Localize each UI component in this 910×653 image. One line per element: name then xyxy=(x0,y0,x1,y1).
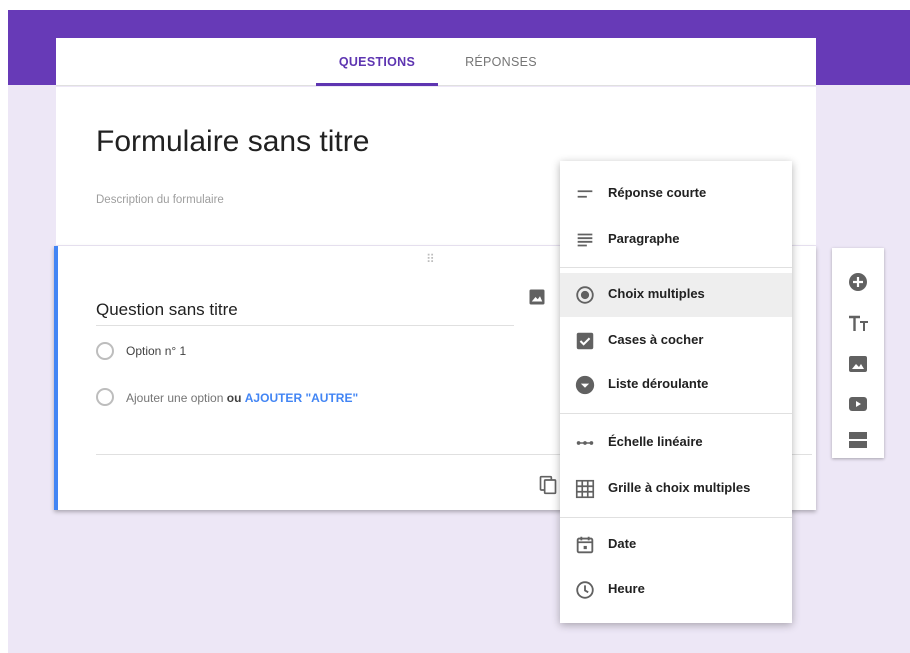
menu-item-multiple-choice[interactable]: Choix multiples xyxy=(560,273,792,317)
menu-item-checkboxes[interactable]: Cases à cocher xyxy=(560,319,792,363)
menu-item-label: Cases à cocher xyxy=(608,332,704,347)
menu-item-time[interactable]: Heure xyxy=(560,568,792,612)
menu-item-label: Paragraphe xyxy=(608,231,680,246)
menu-item-short-answer[interactable]: Réponse courte xyxy=(560,172,792,216)
menu-item-label: Réponse courte xyxy=(608,185,707,200)
checkbox-icon xyxy=(576,332,594,350)
menu-item-paragraph[interactable]: Paragraphe xyxy=(560,218,792,262)
menu-item-label: Grille à choix multiples xyxy=(608,480,751,495)
menu-divider xyxy=(560,517,792,518)
short-text-icon xyxy=(577,190,593,198)
section-icon[interactable] xyxy=(846,428,870,452)
or-text: ou xyxy=(226,391,242,405)
paragraph-icon xyxy=(577,233,593,247)
menu-item-label: Choix multiples xyxy=(608,286,705,301)
menu-item-label: Date xyxy=(608,536,637,551)
duplicate-icon[interactable] xyxy=(538,474,558,496)
menu-item-label: Échelle linéaire xyxy=(608,434,703,449)
form-description[interactable]: Description du formulaire xyxy=(96,194,224,206)
menu-item-dropdown[interactable]: Liste déroulante xyxy=(560,363,792,407)
dropdown-icon xyxy=(575,375,595,395)
tab-questions[interactable]: QUESTIONS xyxy=(316,38,438,86)
radio-button-icon xyxy=(576,286,594,304)
add-option-link[interactable]: Ajouter une option xyxy=(126,391,223,405)
video-icon[interactable] xyxy=(846,392,870,416)
clock-icon xyxy=(576,581,594,599)
image-icon[interactable] xyxy=(846,352,870,376)
grid-icon xyxy=(575,479,595,499)
question-title-input[interactable]: Question sans titre xyxy=(96,290,514,326)
calendar-icon xyxy=(576,536,594,554)
tab-responses[interactable]: RÉPONSES xyxy=(446,38,556,86)
menu-item-linear-scale[interactable]: Échelle linéaire xyxy=(560,421,792,465)
title-text-icon[interactable] xyxy=(846,312,870,336)
form-title[interactable]: Formulaire sans titre xyxy=(96,125,369,159)
radio-add-option xyxy=(96,388,114,406)
linear-scale-icon xyxy=(576,441,594,445)
menu-divider xyxy=(560,267,792,268)
option-1-label[interactable]: Option n° 1 xyxy=(126,344,186,358)
side-toolbar xyxy=(832,248,884,458)
menu-item-label: Liste déroulante xyxy=(608,376,709,391)
tab-bar: QUESTIONS RÉPONSES xyxy=(56,38,816,86)
add-other-link[interactable]: AJOUTER "AUTRE" xyxy=(245,391,358,405)
menu-item-label: Heure xyxy=(608,581,645,596)
add-option-row: Ajouter une option ou AJOUTER "AUTRE" xyxy=(126,391,358,405)
add-circle-icon[interactable] xyxy=(846,270,870,294)
question-type-menu: Réponse courte Paragraphe Choix multiple… xyxy=(560,161,792,623)
menu-item-grid[interactable]: Grille à choix multiples xyxy=(560,467,792,511)
image-icon[interactable] xyxy=(528,288,546,306)
menu-divider xyxy=(560,413,792,414)
active-question-indicator xyxy=(54,246,58,510)
menu-item-date[interactable]: Date xyxy=(560,523,792,567)
drag-handle-icon[interactable]: ⠿ xyxy=(426,252,436,266)
radio-option-1[interactable] xyxy=(96,342,114,360)
forms-canvas: QUESTIONS RÉPONSES Formulaire sans titre… xyxy=(8,10,910,653)
